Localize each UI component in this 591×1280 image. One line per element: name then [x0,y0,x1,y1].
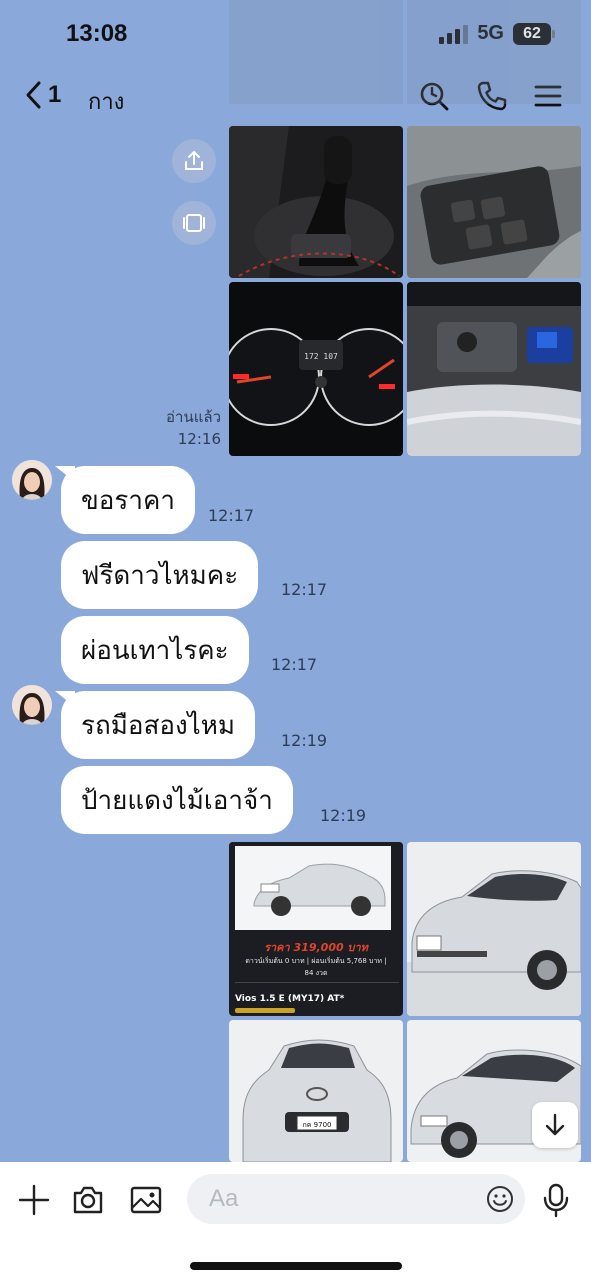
photo-ad-card[interactable]: ราคา 319,000 บาท ดาวน์เริ่มต้น 0 บาท | ผ… [229,842,403,1016]
chat-title: กาง [88,90,125,115]
back-chevron-icon [26,81,41,109]
photo-window-switches[interactable] [407,126,581,278]
message-text: ผ่อนเทาไรคะ [81,635,229,666]
message-time: 12:19 [281,731,328,750]
share-icon [185,151,203,170]
photo-engine-bay[interactable] [407,282,581,456]
arrow-down-icon [545,1113,565,1136]
svg-text:172 107: 172 107 [304,352,338,361]
emoji-icon[interactable] [485,1184,515,1214]
status-time: 13:08 [66,20,128,47]
plate-text: กค 9700 [303,1121,332,1129]
message-input-placeholder: Aa [209,1185,239,1212]
message-time: 12:17 [281,580,328,599]
message-text: รถมือสองไหม [81,710,235,741]
message-bubble[interactable]: ป้ายแดงไม้เอาจ้า [61,766,293,834]
previous-photos [229,0,581,104]
message-text: ขอราคา [81,485,175,516]
ad-rating-bar [235,1008,295,1013]
message-text: ฟรีดาวไหมคะ [81,560,239,591]
read-time: 12:16 [177,430,221,448]
microphone-icon[interactable] [538,1182,574,1218]
photo-car-front-right[interactable] [407,842,581,1016]
ad-model: Vios 1.5 E (MY17) AT* [235,994,345,1004]
message-time: 12:19 [320,806,367,825]
message-bubble[interactable]: ฟรีดาวไหมคะ [61,541,259,609]
read-receipt: อ่านแล้ว 12:16 [166,406,221,450]
home-indicator [190,1262,402,1270]
ad-price: ราคา 319,000 บาท [264,941,368,954]
album-button[interactable] [172,201,216,245]
share-button[interactable] [172,139,216,183]
read-label: อ่านแล้ว [166,408,221,426]
photo-gear-shifter[interactable] [229,126,403,278]
message-text: ป้ายแดงไม้เอาจ้า [81,785,273,816]
photo-dashboard[interactable]: 172 107 [229,282,403,456]
unread-count: 1 [48,81,62,108]
ad-terms-installments: 84 งวด [304,969,328,977]
message-input[interactable]: Aa [187,1174,525,1224]
photo-grid-car[interactable]: ราคา 319,000 บาท ดาวน์เริ่มต้น 0 บาท | ผ… [229,842,581,1162]
image-icon[interactable] [128,1182,164,1218]
scroll-to-bottom-button[interactable] [532,1102,578,1148]
message-time: 12:17 [271,655,318,674]
album-icon [183,214,205,232]
ad-terms: ดาวน์เริ่มต้น 0 บาท | ผ่อนเริ่มต้น 5,768… [245,957,387,965]
camera-icon[interactable] [70,1182,106,1218]
back-button[interactable]: 1 [24,80,61,110]
message-input-bar: Aa [0,1162,591,1280]
avatar[interactable] [12,685,52,725]
message-bubble[interactable]: ขอราคา [61,466,195,534]
message-bubble[interactable]: ผ่อนเทาไรคะ [61,616,249,684]
photo-car-front[interactable]: กค 9700 [229,1020,403,1162]
message-time: 12:17 [208,506,255,525]
avatar[interactable] [12,460,52,500]
message-bubble[interactable]: รถมือสองไหม [61,691,255,759]
plus-icon[interactable] [16,1182,52,1218]
photo-grid-interior[interactable]: 172 107 [229,126,581,456]
